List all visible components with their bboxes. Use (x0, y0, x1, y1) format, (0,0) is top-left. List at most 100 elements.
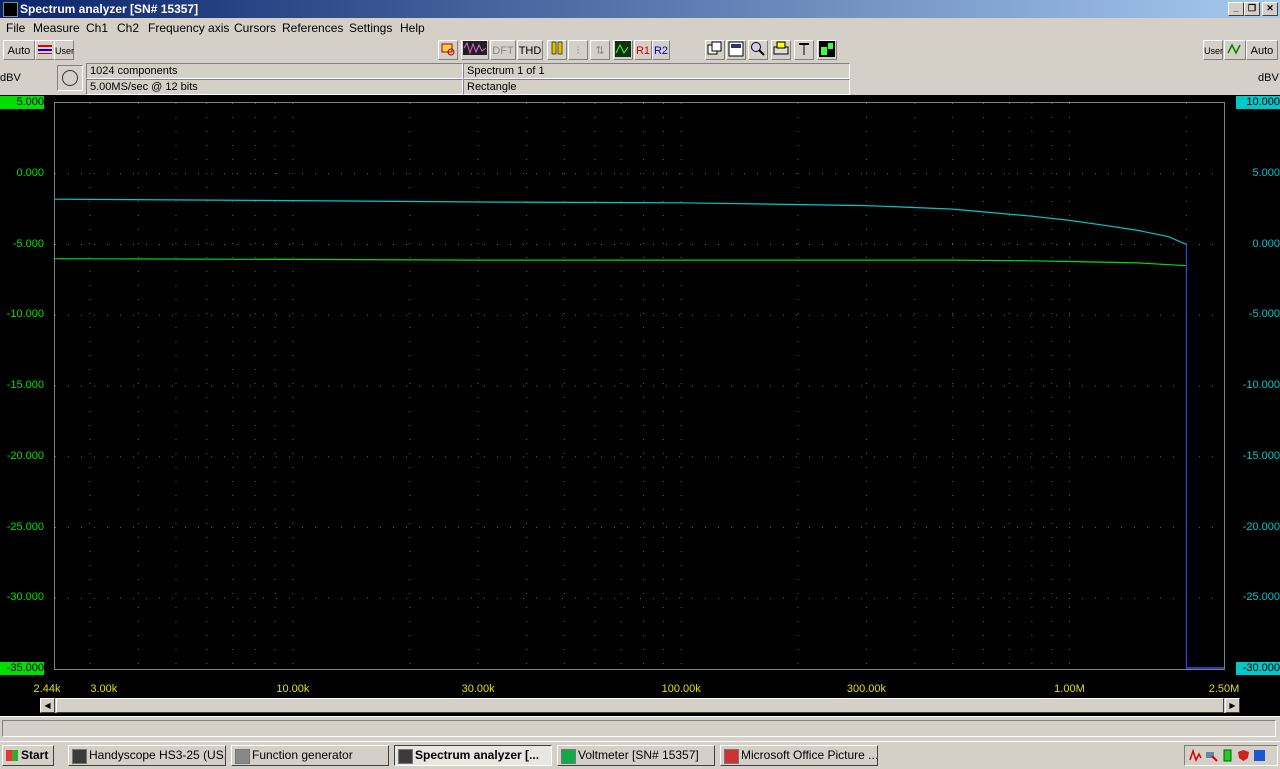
app-icon (3, 2, 18, 17)
task-office-picture[interactable]: Microsoft Office Picture ... (720, 745, 878, 766)
scroll-right-icon[interactable]: ▶ (1225, 698, 1240, 713)
r1-button[interactable]: R1 (634, 40, 652, 60)
user-scale-right-button[interactable]: User (1203, 40, 1223, 60)
x-tick-label: 2.50M (1208, 683, 1240, 695)
y-tick-left: -15.000 (6, 379, 44, 391)
minimize-button[interactable]: _ (1228, 2, 1244, 16)
handyscope-icon (72, 749, 87, 764)
auto-scale-left-button[interactable]: Auto (3, 40, 35, 60)
y-tick-right: -20.000 (1242, 520, 1280, 533)
menu-settings[interactable]: Settings (349, 18, 392, 38)
print-icon[interactable] (771, 40, 791, 60)
horizontal-scrollbar[interactable]: ◀ ▶ (40, 698, 1240, 713)
grid (55, 103, 1224, 669)
left-scale-icon[interactable] (35, 40, 55, 60)
spectrum-info: Spectrum 1 of 1 (463, 63, 850, 79)
single-shot-icon[interactable]: ⫶ (568, 40, 588, 60)
y-tick-right: 0.000 (1252, 237, 1280, 250)
r2-button[interactable]: R2 (652, 40, 670, 60)
y-tick-left: -10.000 (6, 308, 44, 321)
signal-icon[interactable] (1189, 748, 1202, 762)
y-tick-left: -35.000 (0, 662, 44, 675)
voltmeter-icon (561, 749, 576, 764)
title-bar[interactable]: Spectrum analyzer [SN# 15357] _ ❐ ✕ (0, 0, 1280, 18)
pause-icon[interactable] (547, 40, 567, 60)
y-tick-right: -5.000 (1248, 308, 1280, 321)
function-generator-icon (235, 749, 250, 764)
y-tick-right: 5.000 (1252, 166, 1280, 179)
sample-rate-info: 5.00MS/sec @ 12 bits (86, 79, 463, 95)
menu-ch1[interactable]: Ch1 (86, 18, 108, 38)
window-function-info: Rectangle (463, 79, 850, 95)
copy-icon[interactable] (705, 40, 725, 60)
components-info: 1024 components (86, 63, 463, 79)
x-tick-label: 100.00k (661, 683, 701, 695)
x-tick-label: 3.00k (90, 683, 118, 695)
taskbar: Start Handyscope HS3-25 (US... Function … (0, 741, 1280, 769)
toolbar: Auto User DFT THD ⫶ ⇅ R1 R2 User Auto (0, 39, 1280, 63)
task-voltmeter[interactable]: Voltmeter [SN# 15357] (557, 745, 715, 766)
y-tick-left: 5.000 (0, 96, 44, 109)
x-tick-label: 300.00k (846, 683, 887, 695)
status-bar (0, 716, 1280, 741)
battery-icon[interactable] (1221, 749, 1234, 762)
info-panel: 1024 components 5.00MS/sec @ 12 bits Spe… (55, 63, 1225, 95)
menu-references[interactable]: References (282, 18, 343, 38)
auto-scale-right-button[interactable]: Auto (1246, 40, 1278, 60)
windows-logo-icon (6, 750, 18, 761)
network-icon[interactable] (1205, 749, 1218, 762)
spectrum-chart (55, 103, 1224, 669)
menu-ch2[interactable]: Ch2 (117, 18, 139, 38)
task-spectrum-analyzer[interactable]: Spectrum analyzer [... (394, 745, 552, 766)
y-tick-left: -30.000 (6, 591, 44, 604)
spectrum-plot[interactable] (54, 102, 1225, 670)
menu-file[interactable]: File (6, 18, 25, 38)
close-button[interactable]: ✕ (1262, 2, 1278, 16)
average-icon[interactable]: ⇅ (590, 40, 610, 60)
shield-icon[interactable] (1237, 749, 1250, 762)
restore-button[interactable]: ❐ (1244, 2, 1260, 16)
menu-frequency-axis[interactable]: Frequency axis (148, 18, 229, 38)
menu-measure[interactable]: Measure (33, 18, 80, 38)
x-tick-label: 1.00M (1054, 683, 1085, 695)
y-tick-right: -10.000 (1242, 379, 1280, 391)
settings-knob-icon[interactable] (57, 65, 83, 91)
right-scale-icon[interactable] (1224, 40, 1246, 60)
menu-bar: File Measure Ch1 Ch2 Frequency axis Curs… (0, 18, 1280, 38)
office-picture-icon (724, 749, 739, 764)
layout-icon[interactable] (817, 40, 837, 60)
zoom-icon[interactable] (748, 40, 768, 60)
user-scale-left-button[interactable]: User (54, 40, 74, 60)
waveform-icon[interactable] (461, 40, 489, 60)
y-tick-left: -5.000 (12, 237, 44, 250)
spectrum-analyzer-icon (398, 749, 413, 764)
x-tick-label: 30.00k (461, 683, 495, 695)
dft-button[interactable]: DFT (490, 40, 516, 60)
maximize-graph-icon[interactable] (794, 40, 814, 60)
thd-button[interactable]: THD (517, 40, 543, 60)
volume-icon[interactable] (1253, 749, 1266, 762)
scroll-left-icon[interactable]: ◀ (40, 698, 55, 713)
right-unit-label: dBV (1258, 72, 1279, 84)
x-tick-label: 10.00k (276, 683, 310, 695)
task-handyscope[interactable]: Handyscope HS3-25 (US... (68, 745, 226, 766)
y-tick-right: -30.000 (1236, 662, 1280, 675)
y-tick-left: 0.000 (16, 166, 44, 179)
series-line-1 (55, 258, 1187, 267)
left-unit-label: dBV (0, 72, 21, 84)
y-tick-right: -15.000 (1242, 449, 1280, 462)
y-tick-left: -20.000 (6, 449, 44, 462)
y-tick-left: -25.000 (6, 520, 44, 533)
scroll-thumb[interactable] (56, 698, 1224, 713)
system-tray (1184, 745, 1278, 766)
x-tick-label: 2.44k (33, 683, 61, 695)
task-function-generator[interactable]: Function generator (231, 745, 389, 766)
y-tick-right: 10.000 (1236, 96, 1280, 109)
trigger-icon[interactable] (438, 40, 458, 60)
export-icon[interactable] (726, 40, 746, 60)
y-tick-right: -25.000 (1242, 591, 1280, 604)
menu-cursors[interactable]: Cursors (234, 18, 276, 38)
scope-icon[interactable] (613, 40, 633, 60)
menu-help[interactable]: Help (400, 18, 425, 38)
start-button[interactable]: Start (2, 745, 54, 766)
